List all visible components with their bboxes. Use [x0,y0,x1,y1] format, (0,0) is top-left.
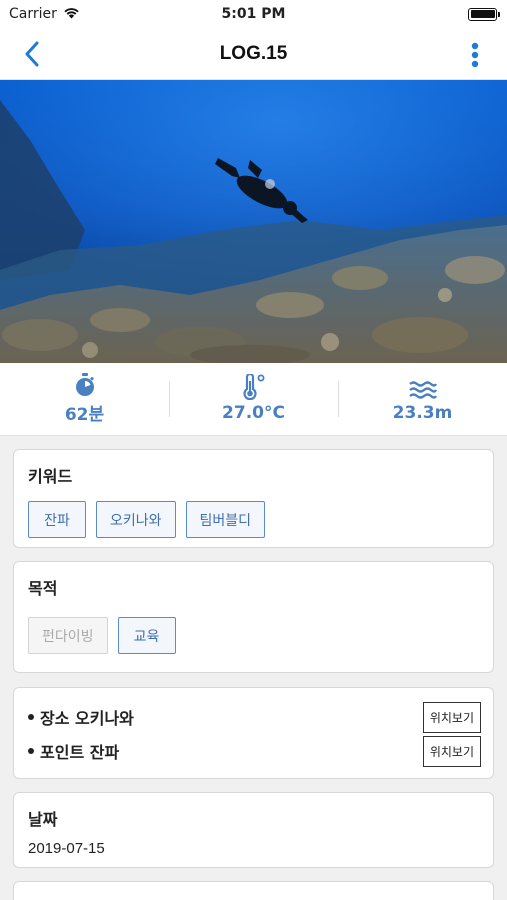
point-view-location-button[interactable]: 위치보기 [422,735,481,767]
place-view-location-button[interactable]: 위치보기 [422,701,481,733]
keywords-card: 키워드 잔파 오키나와 팀버블디 [13,449,494,548]
status-left: Carrier [9,6,80,23]
keywords-title: 키워드 [28,467,73,486]
duration-value: 62분 [64,405,105,425]
stat-temperature: 27.0°C [169,363,338,435]
thermometer-icon [242,373,264,400]
date-title: 날짜 [28,810,58,829]
temperature-value: 27.0°C [222,402,285,423]
weather-title: 날씨 [28,895,479,900]
wifi-icon [63,6,80,23]
dive-stats: 62분 27.0°C 23.3m [0,363,507,436]
more-vertical-icon [471,42,479,68]
keyword-chip[interactable]: 오키나와 [96,501,176,538]
battery-icon [468,7,500,21]
depth-value: 23.3m [392,402,453,423]
purpose-title: 목적 [28,579,58,598]
point-row: 포인트 잔파 위치보기 [28,734,481,768]
page-title: LOG.15 [219,42,288,64]
date-card: 날짜 2019-07-15 [13,792,494,868]
more-button[interactable] [467,40,483,70]
bullet-icon [28,748,34,754]
purpose-options: 펀다이빙 교육 [28,617,479,654]
stat-depth: 23.3m [338,363,507,435]
place-label: 장소 오키나와 [28,705,134,729]
place-text: 장소 오키나와 [40,709,134,728]
weather-card: 날씨 [13,881,494,900]
keyword-chip[interactable]: 팀버블디 [185,501,266,538]
purpose-option-fundiving[interactable]: 펀다이빙 [28,617,108,654]
keyword-chip[interactable]: 잔파 [28,501,86,538]
nav-bar: LOG.15 [0,28,507,80]
bullet-icon [28,714,34,720]
dive-photo [0,80,507,363]
location-card: 장소 오키나와 위치보기 포인트 잔파 위치보기 [13,687,494,779]
keyword-list: 잔파 오키나와 팀버블디 [28,501,479,538]
status-bar: Carrier 5:01 PM [0,0,507,28]
waves-icon [408,380,437,399]
stopwatch-icon [75,373,94,396]
purpose-option-education[interactable]: 교육 [117,617,176,654]
purpose-card: 목적 펀다이빙 교육 [13,561,494,673]
chevron-left-icon [25,41,39,67]
point-text: 포인트 잔파 [40,743,120,762]
date-value: 2019-07-15 [28,840,105,857]
place-row: 장소 오키나와 위치보기 [28,700,481,734]
carrier-label: Carrier [9,6,57,22]
point-label: 포인트 잔파 [28,739,119,763]
back-button[interactable] [24,40,52,68]
stat-duration: 62분 [0,363,169,435]
